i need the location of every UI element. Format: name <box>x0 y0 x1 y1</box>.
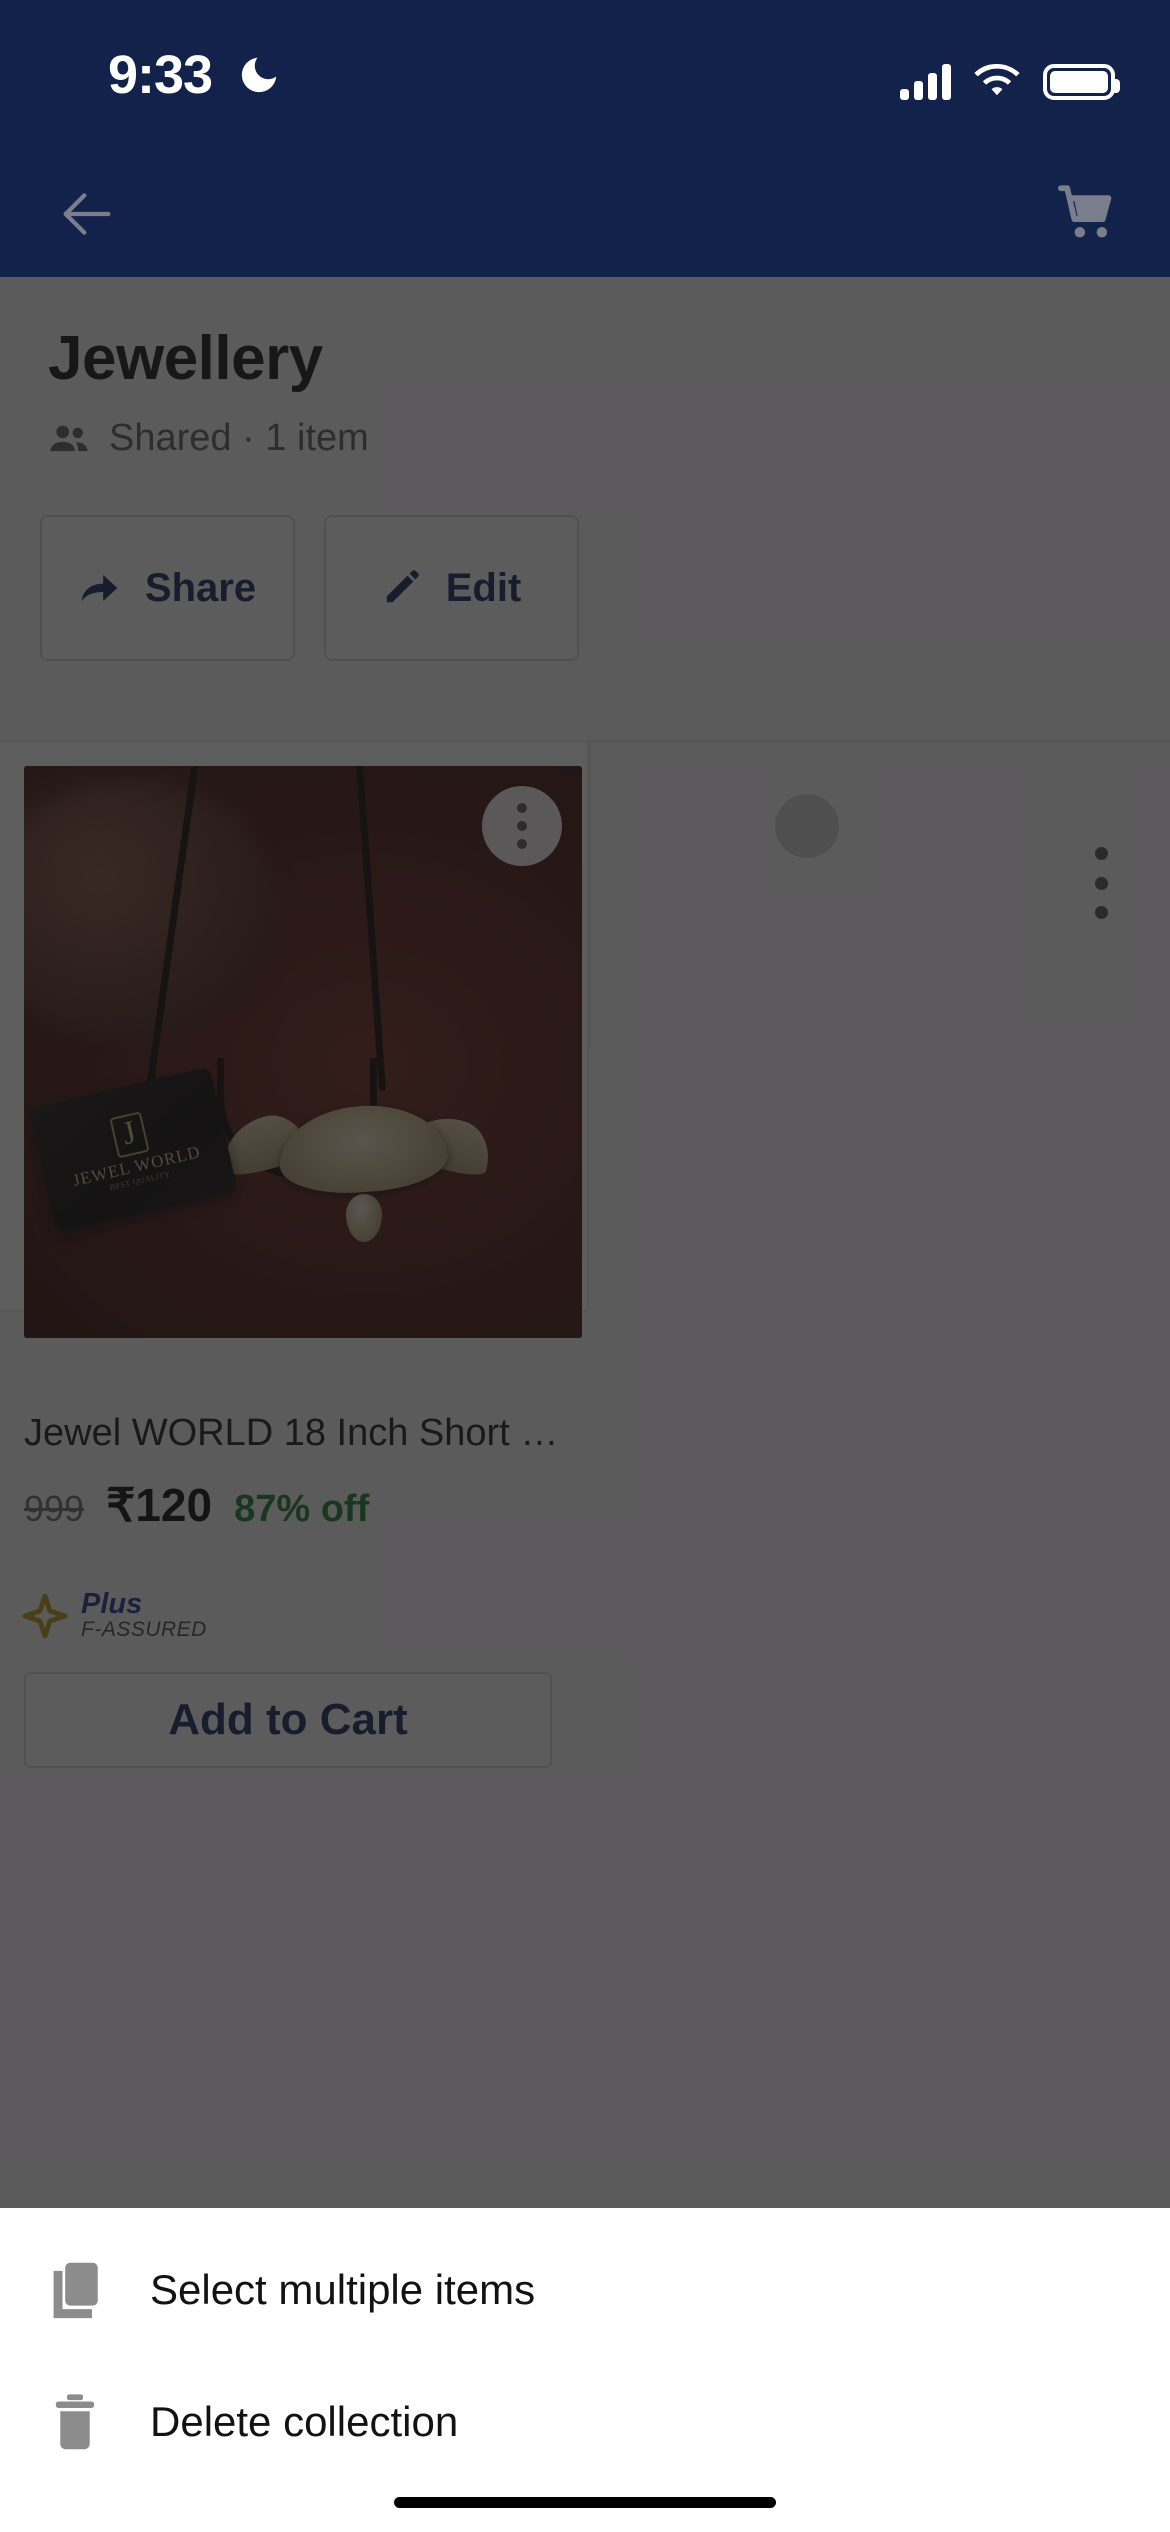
crescent-moon-icon <box>241 57 277 93</box>
shopping-cart-icon[interactable] <box>1052 180 1122 246</box>
status-bar: 9:33 <box>0 0 1170 150</box>
home-indicator[interactable] <box>394 2497 776 2508</box>
cellular-signal-icon <box>900 64 951 100</box>
phone-screen: 9:33 Jewellery <box>0 0 1170 2532</box>
menu-item-label: Select multiple items <box>150 2266 536 2313</box>
wifi-icon <box>974 64 1020 96</box>
status-bar-clock: 9:33 <box>108 45 213 105</box>
select-multiple-icon <box>48 2261 102 2319</box>
app-bar <box>0 150 1170 277</box>
menu-item-delete-collection[interactable]: Delete collection <box>0 2366 1170 2478</box>
modal-scrim[interactable] <box>0 277 1170 2208</box>
status-bar-indicators <box>900 50 1120 100</box>
battery-full-icon <box>1043 64 1120 100</box>
bottom-sheet-menu: Select multiple items Delete collection <box>0 2208 1170 2532</box>
menu-item-label: Delete collection <box>150 2398 459 2445</box>
menu-item-select-multiple[interactable]: Select multiple items <box>0 2234 1170 2346</box>
back-arrow-icon[interactable] <box>55 182 119 246</box>
trash-icon <box>48 2393 102 2451</box>
